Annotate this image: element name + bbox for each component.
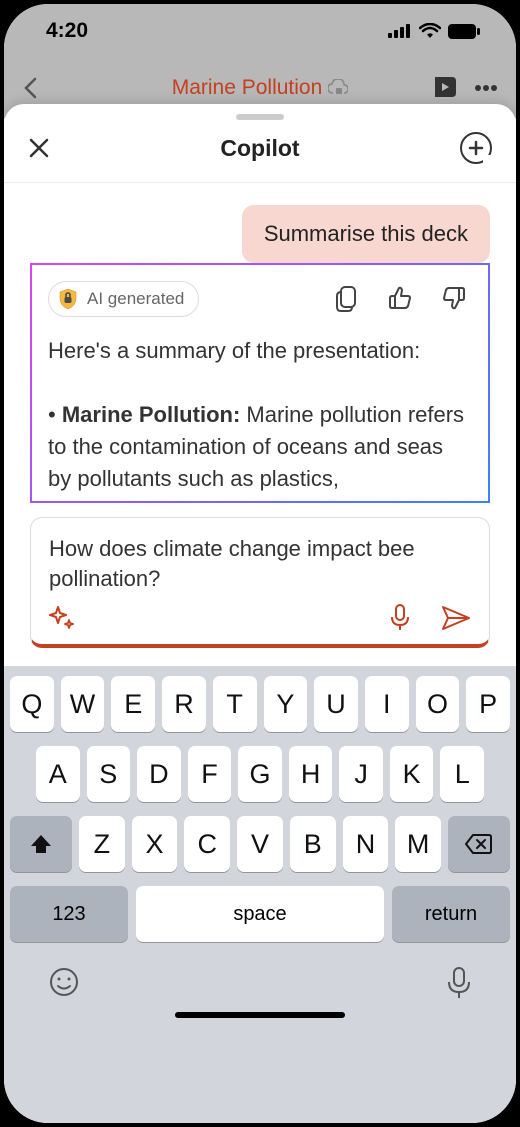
shift-key[interactable] [10, 816, 72, 872]
key-j[interactable]: J [339, 746, 383, 802]
wifi-icon [419, 23, 441, 39]
dictation-button[interactable] [446, 966, 472, 1000]
key-r[interactable]: R [162, 676, 206, 732]
home-indicator[interactable] [175, 1012, 345, 1018]
thumbs-down-icon [442, 286, 466, 310]
keyboard-row-3: Z X C V B N M [10, 816, 510, 872]
return-key[interactable]: return [392, 886, 510, 942]
background-title: Marine Pollution [172, 76, 323, 100]
key-i[interactable]: I [365, 676, 409, 732]
mic-button[interactable] [389, 604, 411, 632]
thumbs-down-button[interactable] [442, 286, 466, 312]
response-text: Here's a summary of the presentation: • … [48, 335, 472, 494]
key-v[interactable]: V [237, 816, 283, 872]
cloud-lock-icon [328, 79, 348, 97]
sheet-title: Copilot [220, 135, 299, 162]
back-chevron-icon [22, 76, 38, 100]
present-icon [432, 75, 460, 101]
input-toolbar [49, 604, 471, 632]
key-k[interactable]: K [390, 746, 434, 802]
key-o[interactable]: O [416, 676, 460, 732]
response-intro: Here's a summary of the presentation: [48, 338, 420, 363]
background-right-actions [432, 75, 498, 101]
emoji-button[interactable] [48, 966, 80, 1000]
send-button[interactable] [441, 605, 471, 631]
sparkle-icon [49, 605, 75, 631]
keyboard-row-2: A S D F G H J K L [10, 746, 510, 802]
emoji-icon [48, 966, 80, 998]
copy-button[interactable] [336, 286, 358, 312]
key-a[interactable]: A [36, 746, 80, 802]
key-l[interactable]: L [440, 746, 484, 802]
shield-lock-icon [57, 288, 79, 310]
shift-icon [29, 832, 53, 856]
status-time: 4:20 [46, 19, 88, 43]
key-q[interactable]: Q [10, 676, 54, 732]
ai-response-card: AI generated Her [30, 263, 490, 503]
response-actions [336, 286, 472, 312]
phone-frame: 4:20 Marine Pollution Copilot [4, 4, 516, 1123]
key-x[interactable]: X [132, 816, 178, 872]
key-g[interactable]: G [238, 746, 282, 802]
key-y[interactable]: Y [264, 676, 308, 732]
dictation-mic-icon [446, 966, 472, 1000]
key-s[interactable]: S [87, 746, 131, 802]
chat-area: Summarise this deck AI generated [4, 183, 516, 503]
mic-icon [389, 604, 411, 632]
key-p[interactable]: P [466, 676, 510, 732]
key-c[interactable]: C [184, 816, 230, 872]
key-m[interactable]: M [395, 816, 441, 872]
key-d[interactable]: D [137, 746, 181, 802]
key-n[interactable]: N [343, 816, 389, 872]
ai-generated-badge[interactable]: AI generated [48, 281, 199, 317]
key-h[interactable]: H [289, 746, 333, 802]
cellular-icon [388, 24, 412, 38]
battery-icon [448, 24, 480, 39]
copy-icon [336, 286, 358, 312]
key-b[interactable]: B [290, 816, 336, 872]
key-w[interactable]: W [61, 676, 105, 732]
copilot-sheet: Copilot Summarise this deck AI generated [4, 104, 516, 1123]
close-button[interactable] [28, 137, 60, 159]
send-icon [441, 605, 471, 631]
keyboard-row-4: 123 space return [10, 886, 510, 942]
backspace-icon [465, 833, 493, 855]
input-text[interactable]: How does climate change impact bee polli… [49, 534, 471, 596]
status-bar: 4:20 [4, 4, 516, 58]
key-t[interactable]: T [213, 676, 257, 732]
sheet-header: Copilot [4, 124, 516, 183]
new-chat-button[interactable] [460, 132, 492, 164]
sparkle-button[interactable] [49, 605, 75, 631]
thumbs-up-button[interactable] [388, 286, 412, 312]
bullet-label: Marine Pollution: [62, 402, 240, 427]
key-u[interactable]: U [314, 676, 358, 732]
input-card[interactable]: How does climate change impact bee polli… [30, 517, 490, 648]
sheet-grabber[interactable] [236, 114, 284, 120]
plus-icon [468, 140, 484, 156]
backspace-key[interactable] [448, 816, 510, 872]
status-icons [388, 23, 480, 39]
more-icon [474, 84, 498, 92]
keyboard-footer [10, 958, 510, 1000]
key-e[interactable]: E [111, 676, 155, 732]
ai-badge-label: AI generated [87, 289, 184, 309]
keyboard-row-1: Q W E R T Y U I O P [10, 676, 510, 732]
response-header: AI generated [48, 281, 472, 317]
user-message: Summarise this deck [242, 205, 490, 263]
keyboard: Q W E R T Y U I O P A S D F G H J K L [4, 666, 516, 1123]
numbers-key[interactable]: 123 [10, 886, 128, 942]
space-key[interactable]: space [136, 886, 384, 942]
key-f[interactable]: F [188, 746, 232, 802]
key-z[interactable]: Z [79, 816, 125, 872]
thumbs-up-icon [388, 286, 412, 310]
